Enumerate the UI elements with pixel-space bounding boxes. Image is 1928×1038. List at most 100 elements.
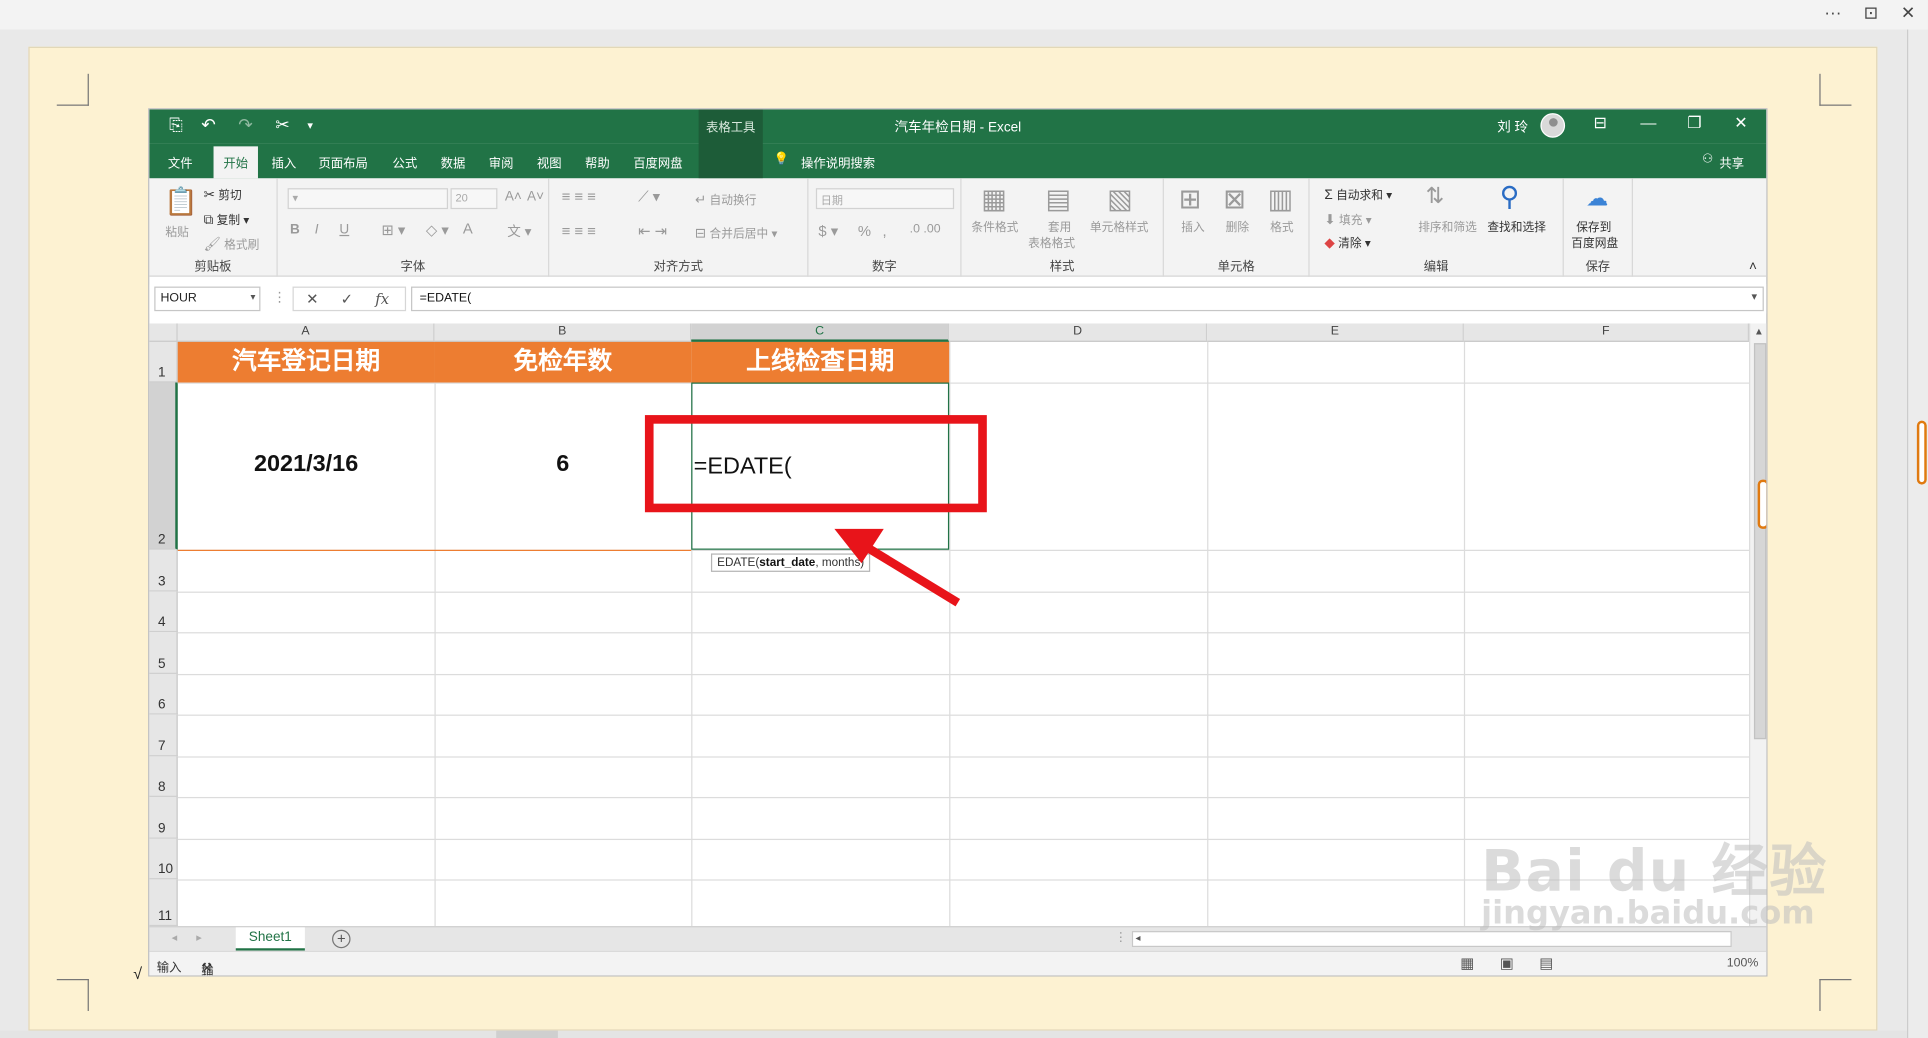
currency-icon[interactable]: $ ▾ bbox=[818, 223, 838, 240]
cell-styles-icon[interactable]: ▧ bbox=[1107, 183, 1133, 215]
format-table-line2[interactable]: 表格格式 bbox=[1028, 234, 1075, 251]
tab-baidu-netdisk[interactable]: 百度网盘 bbox=[633, 153, 682, 171]
tab-help[interactable]: 帮助 bbox=[585, 153, 610, 171]
user-name[interactable]: 刘 玲 bbox=[1497, 117, 1528, 137]
format-painter-button[interactable]: 🖌 格式刷 bbox=[204, 235, 260, 252]
format-table-icon[interactable]: ▤ bbox=[1045, 183, 1071, 215]
scroll-left-icon[interactable]: ◂ bbox=[1136, 932, 1141, 943]
cell-a2[interactable]: 2021/3/16 bbox=[178, 451, 435, 478]
font-grow-icon[interactable]: A˄ bbox=[505, 189, 522, 204]
delete-cells-button[interactable]: 删除 bbox=[1226, 218, 1249, 235]
fill-color-icon[interactable]: ◇ ▾ bbox=[426, 221, 449, 238]
font-size-dropdown[interactable]: 20 bbox=[450, 188, 498, 210]
select-all-button[interactable] bbox=[149, 323, 178, 342]
more-options-icon[interactable]: ··· bbox=[1824, 2, 1841, 22]
row-header-9[interactable]: 9 bbox=[149, 796, 178, 839]
insert-function-icon[interactable]: fx bbox=[375, 290, 389, 307]
conditional-format-button[interactable]: 条件格式 bbox=[971, 218, 1018, 235]
column-header-f[interactable]: F bbox=[1463, 323, 1750, 342]
column-header-b[interactable]: B bbox=[434, 323, 692, 342]
save-to-line2[interactable]: 百度网盘 bbox=[1571, 234, 1618, 251]
clear-button[interactable]: ◆ 清除 ▾ bbox=[1324, 234, 1370, 251]
percent-button[interactable]: % bbox=[858, 223, 871, 240]
expand-formula-icon[interactable]: ▾ bbox=[1751, 290, 1757, 304]
add-sheet-icon[interactable]: + bbox=[332, 929, 351, 949]
close-icon[interactable]: ✕ bbox=[1734, 113, 1747, 133]
lightbulb-icon[interactable]: 💡 bbox=[774, 153, 789, 167]
tab-page-layout[interactable]: 页面布局 bbox=[318, 153, 367, 171]
italic-button[interactable]: I bbox=[315, 223, 319, 238]
scroll-thumb[interactable] bbox=[1916, 420, 1927, 485]
paste-icon[interactable]: 📋 bbox=[164, 186, 198, 218]
merge-center-button[interactable]: ⊟ 合并后居中 ▾ bbox=[695, 224, 777, 241]
document-vertical-scrollbar[interactable] bbox=[1906, 29, 1928, 1038]
cell-c1[interactable]: 上线检查日期 bbox=[691, 341, 950, 383]
find-select-icon[interactable]: ⚲ bbox=[1500, 181, 1520, 213]
format-table-line1[interactable]: 套用 bbox=[1048, 218, 1071, 235]
bold-button[interactable]: B bbox=[290, 223, 300, 238]
conditional-format-icon[interactable]: ▦ bbox=[981, 183, 1007, 215]
collapse-ribbon-icon[interactable]: ˄ bbox=[1749, 260, 1757, 275]
tab-formulas[interactable]: 公式 bbox=[393, 153, 418, 171]
borders-icon[interactable]: ⊞ ▾ bbox=[381, 221, 405, 238]
row-header-4[interactable]: 4 bbox=[149, 591, 178, 633]
copy-button[interactable]: ⧉ 复制 ▾ bbox=[204, 210, 250, 228]
cell-b2[interactable]: 6 bbox=[434, 451, 691, 478]
zoom-level[interactable]: 100% bbox=[1727, 957, 1759, 971]
underline-button[interactable]: U bbox=[339, 223, 349, 238]
sheet-tab-sheet1[interactable]: Sheet1 bbox=[235, 927, 305, 951]
tab-view[interactable]: 视图 bbox=[537, 153, 562, 171]
close-window-icon[interactable]: ✕ bbox=[1901, 2, 1915, 23]
save-to-line1[interactable]: 保存到 bbox=[1576, 218, 1611, 235]
next-sheet-icon[interactable]: ▸ bbox=[196, 931, 202, 945]
sort-filter-button[interactable]: 排序和筛选 bbox=[1418, 218, 1477, 235]
fill-button[interactable]: ⬇ 填充 ▾ bbox=[1324, 210, 1371, 228]
row-header-6[interactable]: 6 bbox=[149, 673, 178, 715]
row-header-2[interactable]: 2 bbox=[149, 382, 178, 550]
prev-sheet-icon[interactable]: ◂ bbox=[172, 931, 178, 945]
enter-icon[interactable]: ✓ bbox=[341, 290, 353, 307]
font-shrink-icon[interactable]: A˅ bbox=[527, 189, 544, 204]
formula-input[interactable]: =EDATE( bbox=[411, 286, 1764, 312]
page-break-icon[interactable]: ▤ bbox=[1539, 954, 1553, 971]
scroll-thumb[interactable] bbox=[1753, 343, 1767, 740]
scroll-thumb[interactable] bbox=[496, 1030, 558, 1038]
normal-view-icon[interactable]: ▦ bbox=[1460, 954, 1474, 971]
phonetic-icon[interactable]: 文 ▾ bbox=[507, 221, 531, 241]
cell-b1[interactable]: 免检年数 bbox=[434, 341, 692, 383]
share-button[interactable]: 共享 bbox=[1719, 153, 1744, 171]
minimize-icon[interactable]: — bbox=[1640, 113, 1656, 131]
row-header-8[interactable]: 8 bbox=[149, 756, 178, 797]
font-color-button[interactable]: A bbox=[463, 220, 473, 237]
comma-icon[interactable]: , bbox=[883, 223, 887, 240]
name-box[interactable]: HOUR ▾ bbox=[154, 286, 261, 312]
orientation-icon[interactable]: ⟋ ▾ bbox=[638, 188, 660, 206]
cut-button[interactable]: ✂ 剪切 bbox=[204, 186, 242, 203]
autosum-button[interactable]: Σ 自动求和 ▾ bbox=[1324, 186, 1392, 203]
page-layout-icon[interactable]: ▣ bbox=[1500, 954, 1514, 971]
restore-window-icon[interactable]: ⊡ bbox=[1864, 2, 1878, 23]
cancel-icon[interactable]: ✕ bbox=[306, 290, 318, 307]
format-cells-icon[interactable]: ▥ bbox=[1268, 183, 1294, 215]
row-header-11[interactable]: 11 bbox=[149, 879, 178, 927]
baidu-netdisk-icon[interactable]: ☁ bbox=[1586, 186, 1608, 212]
column-header-c[interactable]: C bbox=[691, 323, 950, 342]
tab-review[interactable]: 审阅 bbox=[489, 153, 514, 171]
align-left-icon[interactable]: ≡ ≡ ≡ bbox=[562, 223, 596, 240]
align-top-icon[interactable]: ≡ ≡ ≡ bbox=[562, 188, 596, 205]
scroll-up-icon[interactable]: ▲ bbox=[1754, 326, 1764, 337]
document-horizontal-scrollbar[interactable] bbox=[0, 1030, 1907, 1038]
tab-file[interactable]: 文件 bbox=[168, 153, 193, 171]
find-select-button[interactable]: 查找和选择 bbox=[1487, 218, 1546, 235]
insert-cells-button[interactable]: 插入 bbox=[1181, 218, 1204, 235]
column-header-a[interactable]: A bbox=[177, 323, 435, 342]
chevron-down-icon[interactable]: ▾ bbox=[251, 291, 256, 302]
cell-styles-button[interactable]: 单元格样式 bbox=[1090, 218, 1149, 235]
font-family-dropdown[interactable]: ▾ bbox=[287, 188, 449, 210]
format-cells-button[interactable]: 格式 bbox=[1270, 218, 1293, 235]
insert-cells-icon[interactable]: ⊞ bbox=[1179, 183, 1202, 215]
paste-button[interactable]: 粘贴 bbox=[165, 223, 188, 240]
row-header-7[interactable]: 7 bbox=[149, 714, 178, 757]
tab-data[interactable]: 数据 bbox=[441, 153, 466, 171]
row-header-3[interactable]: 3 bbox=[149, 549, 178, 592]
